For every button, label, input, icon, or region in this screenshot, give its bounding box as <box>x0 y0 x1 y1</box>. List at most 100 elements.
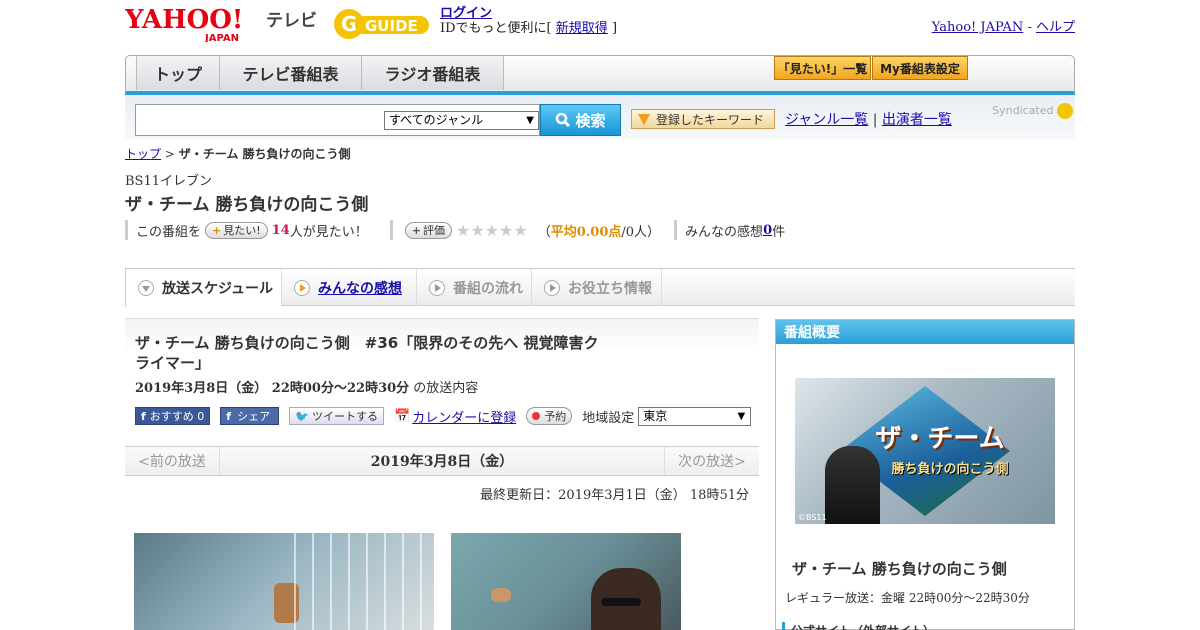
want-to-watch-label: 見たい! <box>223 224 261 237</box>
play-circle-icon <box>294 279 310 296</box>
register-link[interactable]: 新規取得 <box>556 21 608 36</box>
episode-datetime-suffix: の放送内容 <box>409 381 479 396</box>
login-link[interactable]: ログイン <box>440 6 492 21</box>
stat-divider <box>389 220 393 240</box>
search-button-label: 検索 <box>575 111 606 130</box>
breadcrumb-top-link[interactable]: トップ <box>125 147 161 161</box>
episode-datetime-value: 2019年3月8日（金） 22時00分～22時30分 <box>135 381 410 396</box>
search-links: ジャンル一覧 | 出演者一覧 <box>785 109 952 129</box>
avg-prefix: （ <box>537 224 551 240</box>
facebook-icon: f <box>141 409 146 423</box>
avg-suffix: /0人） <box>621 224 661 240</box>
gguide-logo[interactable]: G GUIDE <box>333 6 433 42</box>
genre-list-link[interactable]: ジャンル一覧 <box>785 112 868 128</box>
yahoo-logo-sub: JAPAN <box>204 33 239 42</box>
comments-count-link[interactable]: 0 <box>763 223 772 238</box>
calendar-icon: 📅 <box>394 408 411 424</box>
record-dot-icon <box>532 412 541 420</box>
dropdown-arrow-icon: ▼ <box>526 115 534 126</box>
search-icon <box>556 112 571 128</box>
gguide-mini-icon <box>1057 103 1073 119</box>
overview-header: 番組概要 <box>776 320 1074 344</box>
registered-keyword-button[interactable]: 登録したキーワード <box>631 109 775 129</box>
last-updated: 最終更新日：2019年3月1日（金） 18時51分 <box>480 488 749 503</box>
tab-label: お役立ち情報 <box>568 280 652 297</box>
tab-label: 番組の流れ <box>453 280 523 297</box>
help-link[interactable]: ヘルプ <box>1036 20 1075 35</box>
rating-stars: ★★★★★ <box>455 220 528 240</box>
facebook-recommend-button[interactable]: f おすすめ 0 <box>135 407 211 425</box>
comments-prefix: みんなの感想 <box>685 224 764 240</box>
yahoo-japan-link[interactable]: Yahoo! JAPAN <box>932 20 1024 35</box>
want-count: 14 <box>271 222 290 238</box>
login-area: ログイン IDでもっと便利に[ 新規取得 ] <box>440 6 617 36</box>
previous-broadcast-link[interactable]: <前の放送 <box>125 447 220 475</box>
broadcast-date-nav: <前の放送 2019年3月8日（金） 次の放送> <box>125 446 759 476</box>
program-title: ザ・チーム 勝ち負けの向こう側 <box>125 195 369 215</box>
tab-program-flow[interactable]: 番組の流れ <box>417 269 532 306</box>
link-separator: - <box>1023 20 1036 35</box>
top-right-links: Yahoo! JAPAN - ヘルプ <box>932 16 1075 35</box>
tab-label: みんなの感想 <box>318 280 402 297</box>
genre-select-value: すべてのジャンル <box>389 113 484 127</box>
tab-everyone-comments[interactable]: みんなの感想 <box>282 269 417 306</box>
expand-circle-icon <box>138 280 154 296</box>
facebook-share-button[interactable]: f シェア <box>220 407 280 425</box>
registered-keyword-label: 登録したキーワード <box>656 112 765 127</box>
plus-icon: + <box>411 223 421 237</box>
want-to-watch-button[interactable]: + 見たい! <box>205 221 268 239</box>
facebook-share-label: シェア <box>237 410 271 423</box>
nav-tab-top[interactable]: トップ <box>136 56 220 90</box>
overview-program-title: ザ・チーム 勝ち負けの向こう側 <box>792 560 1007 578</box>
tweet-button[interactable]: 🐦 ツイートする <box>289 407 384 425</box>
yahoo-japan-logo[interactable]: YAHOO! JAPAN <box>125 6 265 42</box>
breadcrumb-current: ザ・チーム 勝ち負けの向こう側 <box>178 147 351 161</box>
overview-regular-broadcast: レギュラー放送：金曜 22時00分～22時30分 <box>785 591 1030 605</box>
nav-tab-radio-schedule[interactable]: ラジオ番組表 <box>362 56 504 90</box>
play-circle-icon <box>544 279 560 296</box>
login-prompt-suffix: ] <box>611 21 618 36</box>
episode-actions: f おすすめ 0 f シェア 🐦 ツイートする 📅 カレンダーに登録 予約 地域設定 … <box>135 406 755 426</box>
episode-datetime: 2019年3月8日（金） 22時00分～22時30分 の放送内容 <box>135 377 478 396</box>
syndicated-label: Syndicated <box>992 104 1054 117</box>
my-schedule-settings-button[interactable]: My番組表設定 <box>872 56 968 80</box>
tab-useful-info[interactable]: お役立ち情報 <box>532 269 662 306</box>
stat-divider <box>674 220 678 240</box>
key-visual-host <box>825 446 880 524</box>
facebook-recommend-label: おすすめ 0 <box>149 410 205 423</box>
performer-list-link[interactable]: 出演者一覧 <box>882 112 952 128</box>
nav-tab-tv-schedule[interactable]: テレビ番組表 <box>220 56 362 90</box>
search-bar: すべてのジャンル ▼ 検索 登録したキーワード ジャンル一覧 | 出演者一覧 S… <box>125 95 1075 139</box>
key-visual-copyright: ©BS11 <box>798 513 827 522</box>
dropdown-triangle-icon <box>638 114 650 125</box>
tab-label: 放送スケジュール <box>162 281 274 297</box>
tweet-label: ツイートする <box>312 410 378 423</box>
region-label: 地域設定 <box>582 410 635 426</box>
official-site-link[interactable]: 公式サイト（外部サイト） <box>782 622 935 630</box>
search-button[interactable]: 検索 <box>540 104 621 136</box>
episode-info: ザ・チーム 勝ち負けの向こう側 #36「限界のその先へ 視覚障害クライマー」 2… <box>125 318 759 438</box>
program-key-visual: ザ・チーム 勝ち負けの向こう側 ©BS11 <box>795 378 1055 524</box>
stat-divider <box>125 220 128 240</box>
region-select-value: 東京 <box>643 408 668 423</box>
reserve-label: 予約 <box>544 410 567 423</box>
syndicated-gguide-badge: Syndicated <box>992 103 1073 119</box>
region-select[interactable]: 東京 ▼ <box>638 406 752 426</box>
tab-broadcast-schedule[interactable]: 放送スケジュール <box>125 269 282 307</box>
rate-label: 評価 <box>422 224 445 237</box>
episode-title: ザ・チーム 勝ち負けの向こう側 #36「限界のその先へ 視覚障害クライマー」 <box>135 334 599 372</box>
genre-select[interactable]: すべてのジャンル ▼ <box>384 111 539 130</box>
want-prefix: この番組を <box>136 224 202 240</box>
rate-button[interactable]: + 評価 <box>404 221 452 239</box>
add-to-calendar-link[interactable]: カレンダーに登録 <box>412 407 516 426</box>
next-broadcast-link[interactable]: 次の放送> <box>664 447 759 475</box>
average-score: 平均0.00点 <box>550 224 622 240</box>
watchlist-button[interactable]: 「見たい!」一覧 <box>774 56 871 80</box>
search-links-divider: | <box>872 112 878 128</box>
reserve-button[interactable]: 予約 <box>526 407 573 425</box>
play-circle-icon <box>429 279 445 296</box>
yahoo-logo-text: YAHOO! <box>125 6 243 35</box>
episode-photo-climber <box>451 533 681 630</box>
key-visual-title: ザ・チーム <box>875 424 1005 454</box>
channel-name: BS11イレブン <box>125 174 213 189</box>
